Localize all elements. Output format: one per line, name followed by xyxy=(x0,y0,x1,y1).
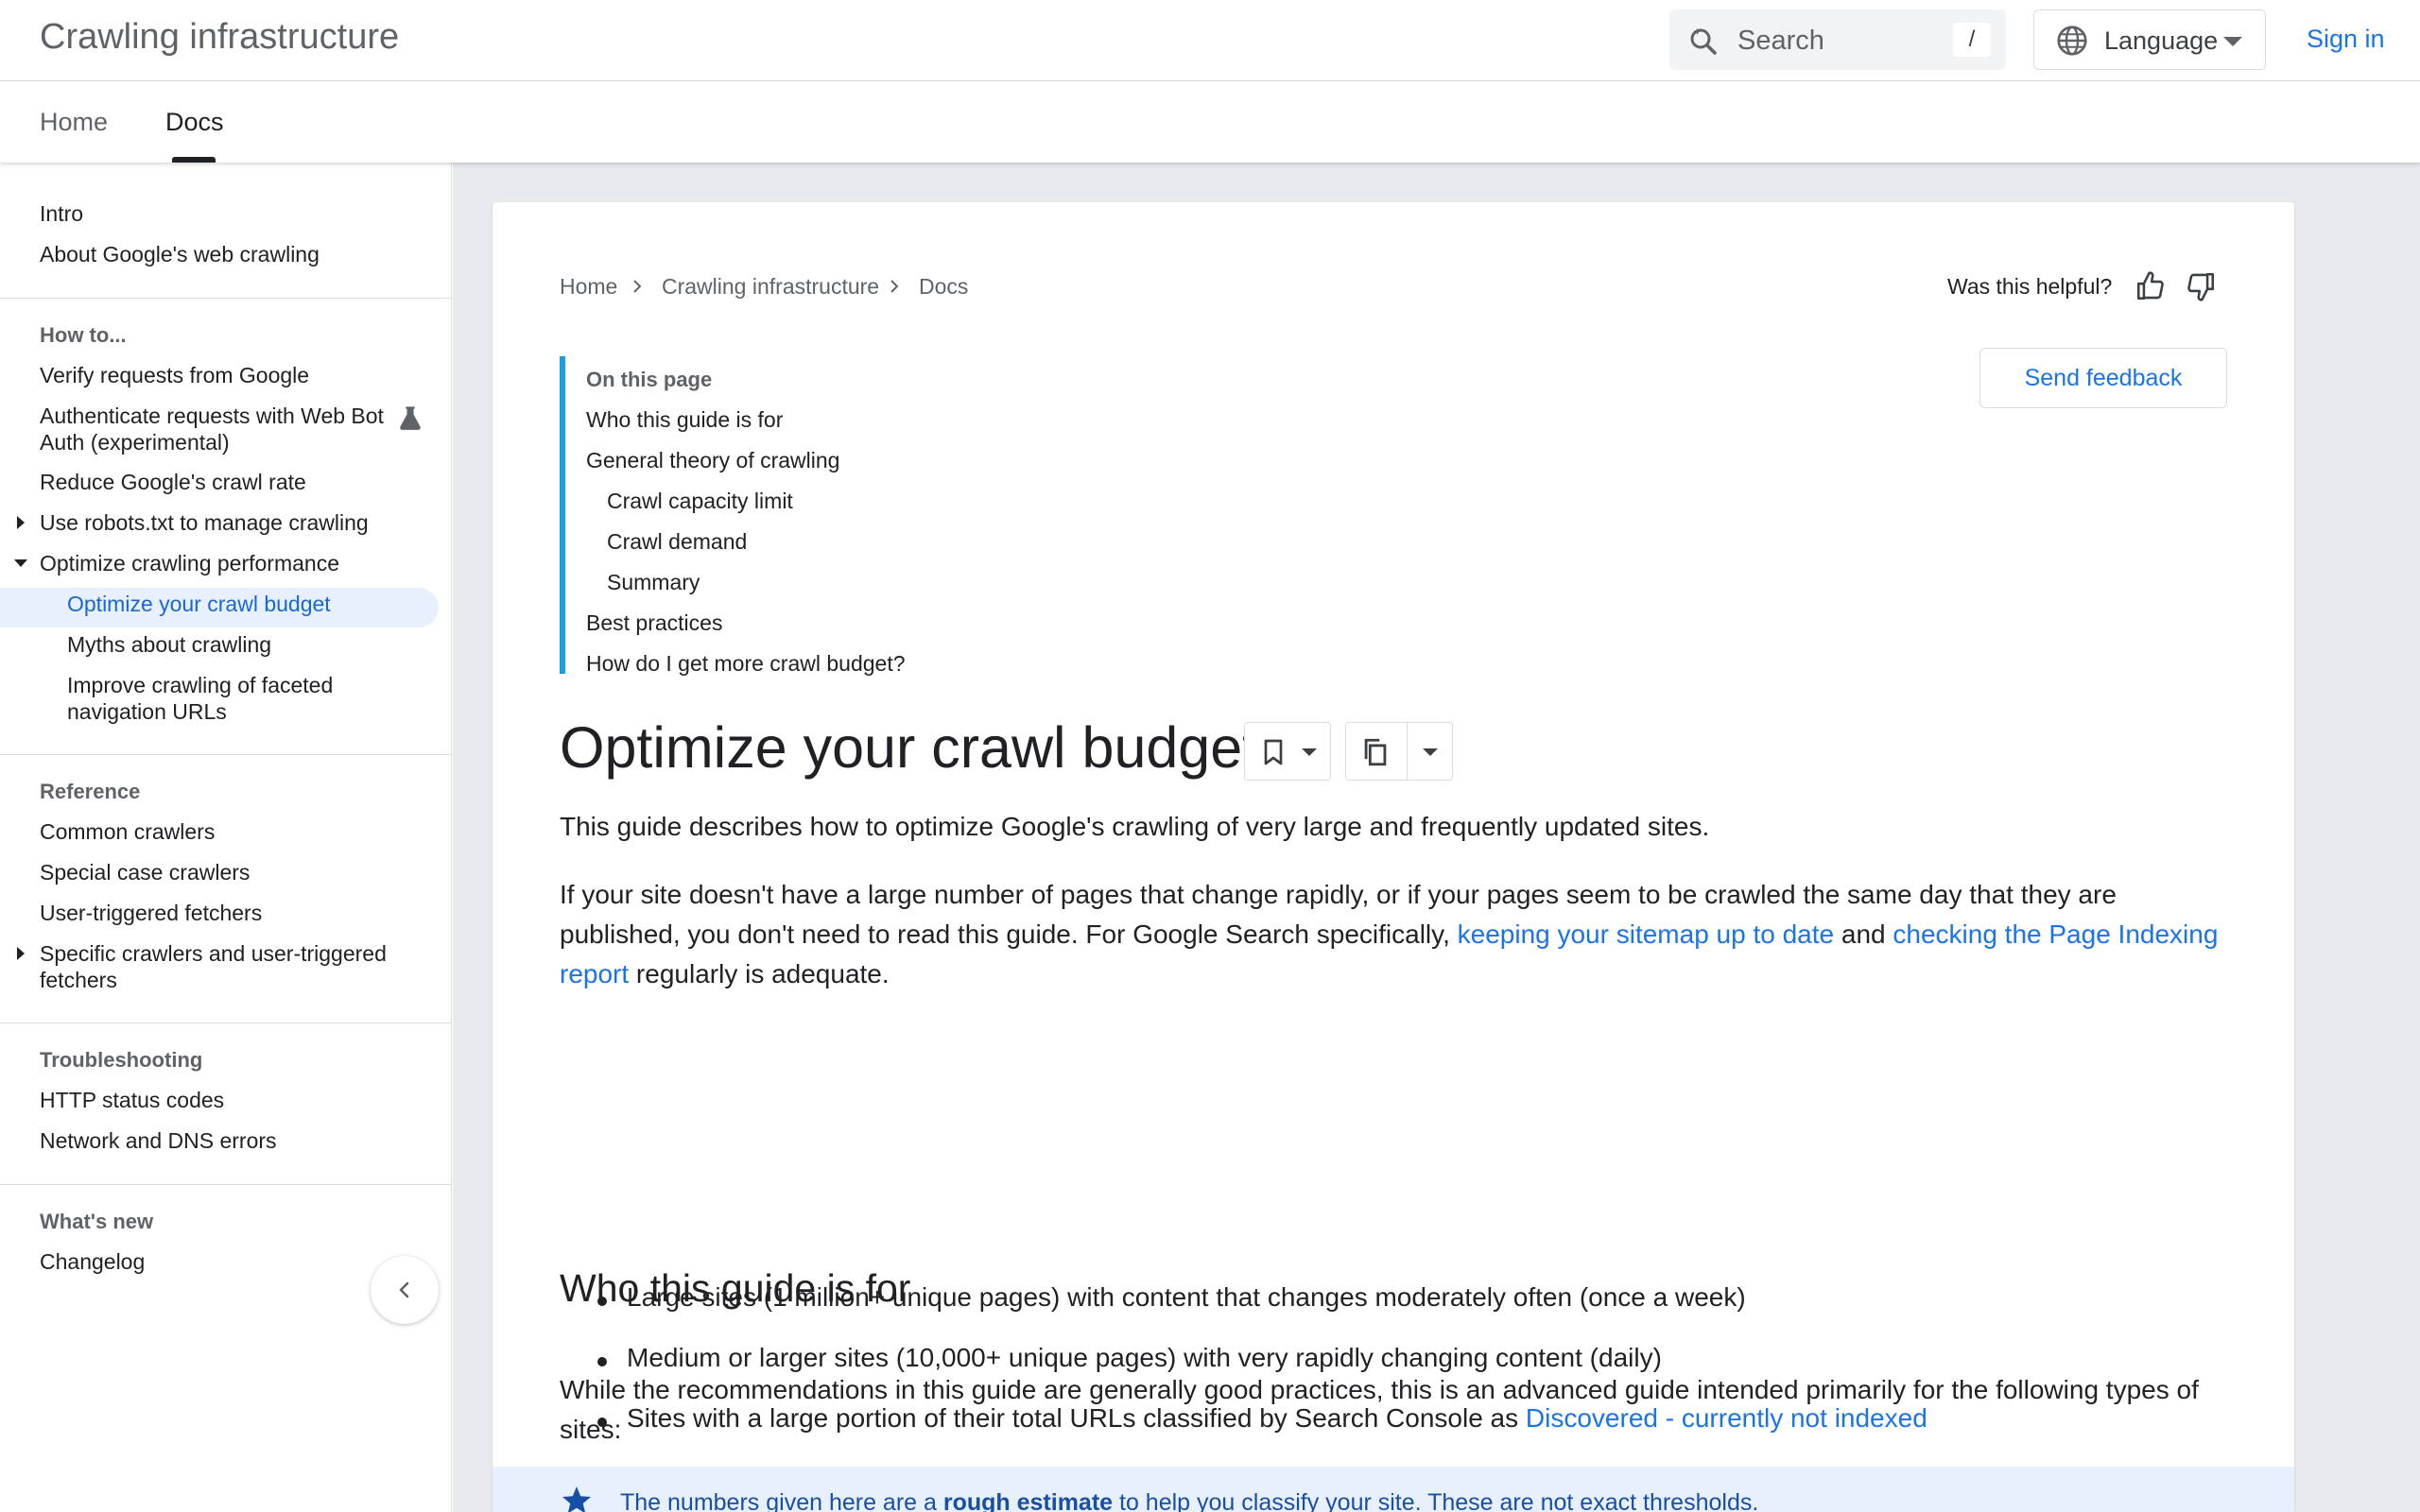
nav-divider xyxy=(0,1184,452,1185)
note-text-part: to help you classify your site. These ar… xyxy=(1113,1489,1759,1512)
toc-title: On this page xyxy=(586,368,713,391)
list-item: Medium or larger sites (10,000+ unique p… xyxy=(627,1343,1662,1372)
toc-item[interactable]: Summary xyxy=(607,570,700,595)
sidebar-item-about[interactable]: About Google's web crawling xyxy=(40,241,399,267)
intro-paragraph: This guide describes how to optimize Goo… xyxy=(560,812,1710,841)
sidebar-item-verify[interactable]: Verify requests from Google xyxy=(40,362,399,388)
sidebar-heading-whatsnew: What's new xyxy=(40,1210,154,1233)
note-text-part: The numbers given here are a xyxy=(620,1489,943,1512)
expand-arrow-icon[interactable] xyxy=(17,516,25,529)
helpful-label: Was this helpful? xyxy=(1947,274,2113,299)
sidebar-item-http-status[interactable]: HTTP status codes xyxy=(40,1087,399,1113)
chevron-left-icon xyxy=(399,1281,409,1298)
bullet-dot xyxy=(597,1357,607,1366)
sidebar-item-faceted[interactable]: Improve crawling of faceted navigation U… xyxy=(67,672,379,725)
list-item: Large sites (1 million+ unique pages) wi… xyxy=(627,1282,1746,1312)
copy-button-group[interactable] xyxy=(1345,722,1453,781)
bookmark-button[interactable] xyxy=(1244,722,1331,781)
sidebar-heading-howto: How to... xyxy=(40,323,127,347)
button-divider xyxy=(1407,723,1408,780)
sidebar-item-intro[interactable]: Intro xyxy=(40,200,399,227)
sidebar-item-user-triggered[interactable]: User-triggered fetchers xyxy=(40,900,399,926)
bullet-dot xyxy=(597,1418,607,1427)
page-title: Optimize your crawl budget xyxy=(560,715,1259,780)
toc-item[interactable]: Crawl capacity limit xyxy=(607,489,793,514)
chevron-right-icon xyxy=(890,280,899,293)
top-app-bar: Crawling infrastructure Search / Languag… xyxy=(0,0,2420,81)
paragraph-2: If your site doesn't have a large number… xyxy=(560,875,2242,994)
search-shortcut-key: / xyxy=(1953,23,1991,57)
sidebar-nav: Intro About Google's web crawling How to… xyxy=(0,163,452,1512)
caret-down-icon[interactable] xyxy=(1423,748,1438,756)
active-tab-indicator xyxy=(172,157,216,163)
site-title[interactable]: Crawling infrastructure xyxy=(40,17,399,58)
tab-home[interactable]: Home xyxy=(40,108,108,137)
language-selector[interactable]: Language xyxy=(2033,9,2266,70)
sidebar-item-special-crawlers[interactable]: Special case crawlers xyxy=(40,859,399,885)
breadcrumb-home[interactable]: Home xyxy=(560,274,617,300)
send-feedback-label: Send feedback xyxy=(2024,365,2183,391)
search-box[interactable]: Search / xyxy=(1669,9,2006,70)
send-feedback-button[interactable]: Send feedback xyxy=(1979,348,2227,408)
nav-divider xyxy=(0,1022,452,1023)
sidebar-item-optimize-performance[interactable]: Optimize crawling performance xyxy=(40,550,399,576)
article-card: Home Crawling infrastructure Docs Was th… xyxy=(493,202,2294,1512)
expand-arrow-icon[interactable] xyxy=(17,947,25,960)
note-callout: The numbers given here are a rough estim… xyxy=(493,1467,2294,1512)
language-label: Language xyxy=(2104,26,2219,55)
note-text: The numbers given here are a rough estim… xyxy=(620,1489,1758,1512)
paragraph-text: regularly is adequate. xyxy=(629,959,890,988)
bookmark-icon xyxy=(1264,739,1283,765)
sidebar-item-changelog[interactable]: Changelog xyxy=(40,1248,399,1275)
search-placeholder[interactable]: Search xyxy=(1737,26,1824,57)
breadcrumb-docs[interactable]: Docs xyxy=(919,274,968,300)
sign-in-link[interactable]: Sign in xyxy=(2307,25,2385,54)
nav-divider xyxy=(0,754,452,755)
sidebar-item-robots[interactable]: Use robots.txt to manage crawling xyxy=(40,509,399,536)
star-icon xyxy=(562,1486,591,1512)
paragraph-text: and xyxy=(1834,919,1893,949)
toc-item[interactable]: Crawl demand xyxy=(607,529,747,555)
sidebar-item-common-crawlers[interactable]: Common crawlers xyxy=(40,818,399,845)
sidebar-item-myths[interactable]: Myths about crawling xyxy=(67,631,379,658)
caret-down-icon xyxy=(1302,748,1317,756)
discovered-not-indexed-link[interactable]: Discovered - currently not indexed xyxy=(1526,1403,1927,1433)
search-icon xyxy=(1690,27,1717,55)
thumb-up-icon[interactable] xyxy=(2135,270,2167,302)
sidebar-item-authenticate[interactable]: Authenticate requests with Web Bot Auth … xyxy=(40,403,394,455)
toc-item[interactable]: How do I get more crawl budget? xyxy=(586,651,906,677)
sidebar-item-optimize-budget[interactable]: Optimize your crawl budget xyxy=(67,591,379,617)
chevron-right-icon xyxy=(633,280,642,293)
sidebar-item-specific-crawlers[interactable]: Specific crawlers and user-triggered fet… xyxy=(40,940,399,993)
nav-divider xyxy=(0,298,452,299)
breadcrumb-crawling-infrastructure[interactable]: Crawling infrastructure xyxy=(662,274,879,300)
caret-down-icon xyxy=(2223,37,2242,46)
toc-item[interactable]: Best practices xyxy=(586,610,722,636)
tab-docs[interactable]: Docs xyxy=(165,108,224,137)
collapse-arrow-icon[interactable] xyxy=(14,559,27,567)
tab-bar: Home Docs xyxy=(0,81,2420,163)
sidebar-heading-reference: Reference xyxy=(40,780,141,803)
thumb-down-icon[interactable] xyxy=(2185,270,2217,302)
sitemap-link[interactable]: keeping your sitemap up to date xyxy=(1458,919,1834,949)
copy-icon[interactable] xyxy=(1359,736,1392,768)
sidebar-item-reduce-crawl-rate[interactable]: Reduce Google's crawl rate xyxy=(40,469,399,495)
list-item: Sites with a large portion of their tota… xyxy=(627,1400,1927,1437)
table-of-contents: On this page Who this guide is for Gener… xyxy=(560,356,1127,677)
toc-item[interactable]: General theory of crawling xyxy=(586,448,839,473)
sidebar-item-network-dns[interactable]: Network and DNS errors xyxy=(40,1127,399,1154)
globe-icon xyxy=(2057,26,2087,56)
sidebar-heading-troubleshooting: Troubleshooting xyxy=(40,1048,203,1072)
note-bold-text: rough estimate xyxy=(942,1489,1114,1512)
bullet-dot xyxy=(597,1297,607,1306)
collapse-sidebar-button[interactable] xyxy=(371,1256,439,1324)
list-item-text: Sites with a large portion of their tota… xyxy=(627,1403,1526,1433)
flask-icon xyxy=(400,406,421,430)
toc-item[interactable]: Who this guide is for xyxy=(586,407,783,433)
